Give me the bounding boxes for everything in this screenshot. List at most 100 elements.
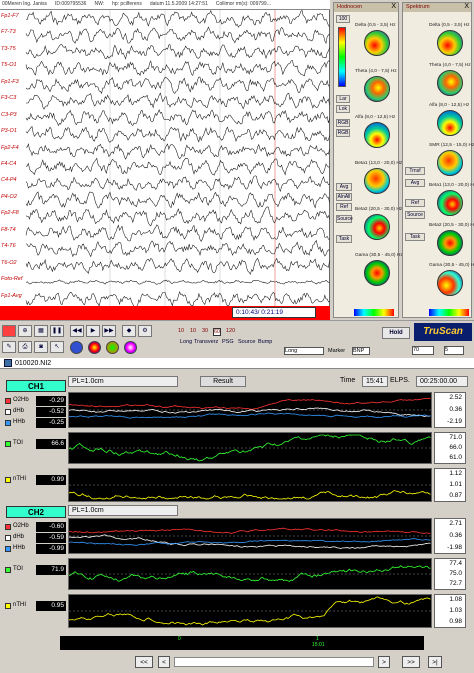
step-forward-icon[interactable]: ▶▶ [102, 325, 116, 337]
forward-button[interactable]: >> [402, 656, 420, 668]
mapping-panel-close-button[interactable]: X [391, 3, 396, 10]
rewind-button[interactable]: << [135, 656, 153, 668]
rate2-select[interactable]: 5 [444, 346, 464, 355]
task-button[interactable]: Task [336, 235, 352, 243]
end-button[interactable]: >| [428, 656, 442, 668]
record-icon[interactable] [2, 325, 16, 337]
eeg-channel-label[interactable]: Foto-Ref [1, 276, 22, 282]
play-icon[interactable]: ▶ [86, 325, 100, 337]
prev-button[interactable]: < [158, 656, 170, 668]
eeg-channel-label[interactable]: T4-T6 [1, 243, 16, 249]
settings-icon[interactable]: ⚙ [138, 325, 152, 337]
spectrum-avg-button[interactable]: Avg [405, 179, 425, 187]
map-view-icon[interactable] [88, 341, 101, 354]
speed-1[interactable]: 10 [178, 328, 184, 334]
eeg-channel-label[interactable]: P4-O2 [1, 194, 17, 200]
eeg-channel-label[interactable]: C4-P4 [1, 177, 17, 183]
level-scale[interactable] [338, 27, 346, 87]
map-topo-map[interactable] [364, 30, 390, 56]
speed-3[interactable]: 30 [202, 328, 208, 334]
coherence-view-icon[interactable] [124, 341, 137, 354]
ch1-hhb-swatch[interactable] [5, 420, 11, 426]
montage-source[interactable]: Source [238, 339, 255, 345]
grid-icon[interactable]: ▦ [34, 325, 48, 337]
step-back-icon[interactable]: ◀◀ [70, 325, 84, 337]
map-topo-map[interactable] [364, 122, 390, 148]
overview-bar[interactable]: 0 1 15:01 [60, 636, 424, 650]
spec-topo-map[interactable] [437, 30, 463, 56]
speed-5[interactable]: 120 [226, 328, 235, 334]
eeg-channel-label[interactable]: F7-T3 [1, 29, 16, 35]
ch2-header[interactable]: CH2 [6, 506, 66, 518]
ch1-plot-toi[interactable] [68, 432, 432, 464]
ch2-plot-toi[interactable] [68, 558, 432, 590]
eeg-channel-label[interactable]: F3-C3 [1, 95, 16, 101]
ch2-plot-nthi[interactable] [68, 594, 432, 628]
option-rgb-2[interactable]: RGB [336, 129, 350, 137]
eeg-channel-label[interactable]: F8-T4 [1, 227, 16, 233]
ch1-plot-nthi[interactable] [68, 468, 432, 502]
speed-2[interactable]: 10 [190, 328, 196, 334]
hold-button[interactable]: Hold [382, 327, 410, 339]
montage-psg[interactable]: PSG [222, 339, 234, 345]
cursor-icon[interactable]: ↖ [50, 341, 64, 353]
ch1-toi-swatch[interactable] [5, 441, 11, 447]
map-topo-map[interactable] [364, 260, 390, 286]
ch2-hhb-swatch[interactable] [5, 546, 11, 552]
map-topo-map[interactable] [364, 214, 390, 240]
zoom-icon[interactable]: ⊕ [18, 325, 32, 337]
ref-button[interactable]: Ref [336, 203, 352, 211]
source-button[interactable]: Source [336, 215, 353, 223]
spectrum-source-button[interactable]: Source [405, 211, 425, 219]
eeg-channel-label[interactable]: P3-O1 [1, 128, 17, 134]
wrench-icon[interactable]: ✎ [2, 341, 16, 353]
pause-icon[interactable]: ❚❚ [50, 325, 64, 337]
ch1-o2hb-swatch[interactable] [5, 398, 11, 404]
eeg-channel-label[interactable]: C3-P3 [1, 112, 17, 118]
spec-topo-map[interactable] [437, 70, 463, 96]
eeg-channel-label[interactable]: Fp2-F8 [1, 210, 19, 216]
eeg-channel-label[interactable]: Fp1-Avg [1, 293, 22, 299]
spec-topo-map[interactable] [437, 150, 463, 176]
navigation-track[interactable] [174, 657, 374, 667]
marker-icon[interactable]: ◆ [122, 325, 136, 337]
spec-topo-map[interactable] [437, 270, 463, 296]
ch2-dhb-swatch[interactable] [5, 535, 11, 541]
eeg-channel-label[interactable]: Fp2-F4 [1, 145, 19, 151]
montage-transverz[interactable]: Transverz [194, 339, 218, 345]
eeg-channel-label[interactable]: Fp1-F3 [1, 79, 19, 85]
photo-icon[interactable]: ◙ [34, 341, 48, 353]
eeg-channel-label[interactable]: F4-C4 [1, 161, 16, 167]
spectrum-panel-close-button[interactable]: X [464, 3, 469, 10]
rate-select[interactable]: 70 [412, 346, 434, 355]
eeg-channel-label[interactable]: Fp1-F7 [1, 13, 19, 19]
spec-topo-map[interactable] [437, 110, 463, 136]
spectrum-task-button[interactable]: Task [405, 233, 425, 241]
ch1-header[interactable]: CH1 [6, 380, 66, 392]
option-rgb-1[interactable]: RGB [336, 119, 350, 127]
spec-topo-map[interactable] [437, 230, 463, 256]
print-icon[interactable]: ⎙ [18, 341, 32, 353]
speed-4-selected[interactable]: 60 [213, 328, 222, 336]
alnall-button[interactable]: AlnAll [336, 193, 352, 201]
spectrum-view-icon[interactable] [106, 341, 119, 354]
eeg-channel-label[interactable]: T3-T5 [1, 46, 16, 52]
eeg-channel-label[interactable]: T5-O1 [1, 62, 17, 68]
bnp-field[interactable]: BNP [352, 347, 370, 355]
trnsf-button[interactable]: Trnsf [405, 167, 425, 175]
spec-topo-map[interactable] [437, 190, 463, 216]
ch1-dhb-swatch[interactable] [5, 409, 11, 415]
ch2-toi-swatch[interactable] [5, 567, 11, 573]
eeg-trace-area[interactable]: Fp1-F7 F7-T3 T3-T5 T5-O1 Fp1-F3 F3-C3 C3-P3 P3-… [0, 9, 330, 308]
eeg-channel-label[interactable]: T6-O2 [1, 260, 17, 266]
avg-button[interactable]: Avg [336, 183, 352, 191]
montage-long[interactable]: Long [180, 339, 192, 345]
spectrum-ref-button[interactable]: Ref [405, 199, 425, 207]
view-mode-icon[interactable] [70, 341, 83, 354]
level-value[interactable]: 100 [336, 15, 350, 23]
map-topo-map[interactable] [364, 76, 390, 102]
montage-bump[interactable]: Bump [258, 339, 272, 345]
ch2-plot-hb[interactable] [68, 518, 432, 554]
next-button[interactable]: > [378, 656, 390, 668]
ch2-o2hb-swatch[interactable] [5, 524, 11, 530]
